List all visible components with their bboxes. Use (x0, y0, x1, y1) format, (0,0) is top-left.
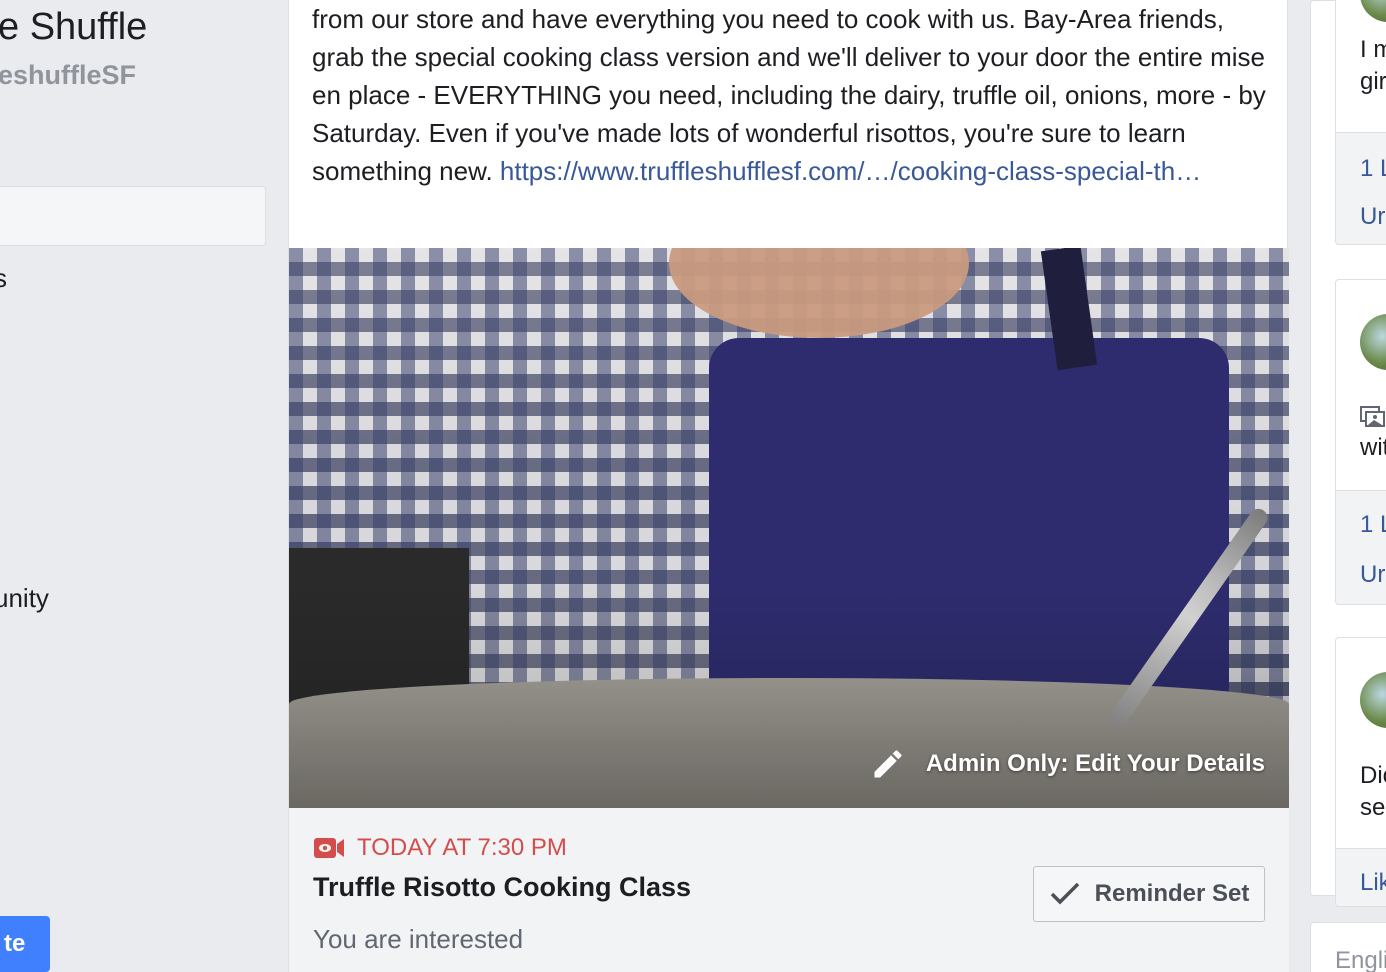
recent-post-card[interactable]: I m gir 1 L Ur (1335, 0, 1386, 245)
video-camera-icon (314, 838, 344, 858)
avatar[interactable] (1360, 672, 1386, 728)
card-text: gir (1360, 68, 1386, 95)
card-text: Dic (1360, 762, 1386, 789)
left-column: e Shuffle eshuffleSF s unity te (0, 0, 288, 972)
avatar[interactable] (1360, 0, 1386, 22)
card-footer: 1 L Ur (1336, 132, 1386, 244)
left-nav-highlight-box[interactable] (0, 186, 266, 246)
pencil-icon (874, 750, 902, 778)
post-body: from our store and have everything you n… (312, 0, 1272, 190)
card-unlike-link[interactable]: Ur (1360, 203, 1385, 231)
admin-edit-details-link[interactable]: Admin Only: Edit Your Details (870, 746, 1265, 782)
recent-post-card[interactable]: wit 1 Li Ur (1335, 279, 1386, 605)
card-footer: 1 Li Ur (1336, 490, 1386, 604)
card-text: sea (1360, 794, 1386, 821)
page-title[interactable]: e Shuffle (0, 6, 147, 49)
card-likes-link[interactable]: 1 Li (1360, 511, 1386, 539)
cover-image-shade (289, 248, 1289, 808)
avatar[interactable] (1360, 314, 1386, 370)
card-likes-link[interactable]: 1 L (1360, 155, 1386, 183)
reminder-set-label: Reminder Set (1094, 880, 1250, 907)
recent-post-card[interactable]: Dic sea Lik (1335, 637, 1386, 907)
card-like-link[interactable]: Lik (1360, 869, 1386, 897)
event-time: TODAY AT 7:30 PM (313, 834, 567, 862)
photo-album-icon (1360, 406, 1385, 427)
language-selector[interactable]: Engli (1310, 922, 1386, 972)
reminder-set-button[interactable]: Reminder Set (1033, 866, 1265, 922)
right-panel: I m gir 1 L Ur wit 1 Li Ur D (1310, 0, 1386, 907)
page-handle[interactable]: eshuffleSF (0, 60, 136, 91)
left-nav-item-community[interactable]: unity (0, 583, 49, 614)
event-details: TODAY AT 7:30 PM Truffle Risotto Cooking… (289, 808, 1289, 972)
post-link[interactable]: https://www.truffleshufflesf.com/…/cooki… (500, 156, 1201, 186)
promote-button[interactable]: te (0, 916, 50, 972)
event-time-label: TODAY AT 7:30 PM (357, 834, 567, 861)
event-post: from our store and have everything you n… (288, 0, 1289, 972)
language-label[interactable]: Engli (1335, 947, 1386, 972)
admin-edit-label: Admin Only: Edit Your Details (925, 750, 1265, 777)
check-icon (1050, 882, 1079, 905)
event-interest-status: You are interested (313, 924, 524, 954)
card-footer: Lik (1336, 848, 1386, 906)
right-column: I m gir 1 L Ur wit 1 Li Ur D (1310, 0, 1386, 972)
card-unlike-link[interactable]: Ur (1360, 561, 1385, 589)
card-text: I m (1360, 36, 1386, 63)
event-cover-video[interactable]: Admin Only: Edit Your Details (289, 248, 1289, 808)
left-nav-item[interactable]: s (0, 263, 7, 294)
event-title[interactable]: Truffle Risotto Cooking Class (313, 872, 691, 903)
card-text: wit (1360, 434, 1386, 461)
